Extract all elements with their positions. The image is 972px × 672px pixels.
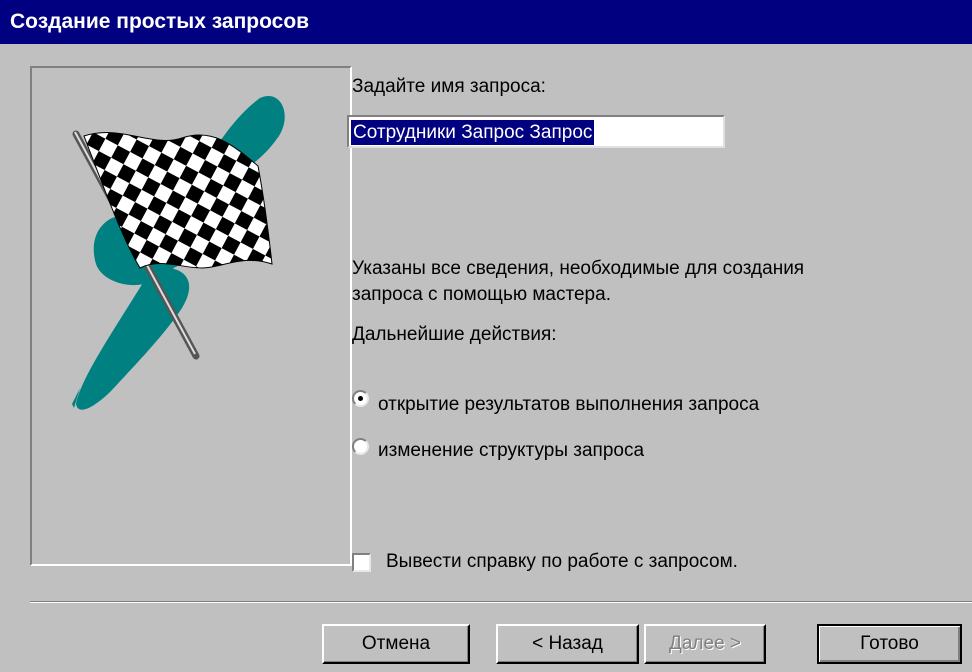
info-text-line1: Указаны все сведения, необходимые для со…: [352, 258, 805, 279]
query-name-label: Задайте имя запроса:: [352, 76, 546, 97]
query-name-input[interactable]: Сотрудники Запрос Запрос: [347, 115, 725, 148]
radio-open-results-label[interactable]: открытие результатов выполнения запроса: [378, 394, 759, 416]
next-steps-label: Дальнейшие действия:: [352, 324, 557, 345]
back-button[interactable]: < Назад: [496, 624, 639, 664]
help-checkbox-label[interactable]: Вывести справку по работе с запросом.: [386, 551, 738, 573]
radio-open-results[interactable]: [352, 390, 369, 407]
radio-selected-dot: [358, 396, 363, 401]
next-button[interactable]: Далее >: [644, 624, 766, 664]
help-checkbox[interactable]: [352, 553, 371, 572]
radio-modify-structure-label[interactable]: изменение структуры запроса: [378, 440, 644, 462]
cancel-button[interactable]: Отмена: [322, 624, 470, 664]
window-title: Создание простых запросов: [0, 0, 972, 44]
info-text-line2: запроса с помощью мастера.: [352, 284, 611, 305]
finish-button[interactable]: Готово: [817, 624, 962, 664]
checkered-flag-icon: [72, 96, 285, 410]
button-separator: [30, 601, 972, 603]
query-name-value: Сотрудники Запрос Запрос: [351, 120, 595, 145]
wizard-illustration-panel: [30, 66, 352, 566]
radio-modify-structure[interactable]: [352, 438, 369, 455]
